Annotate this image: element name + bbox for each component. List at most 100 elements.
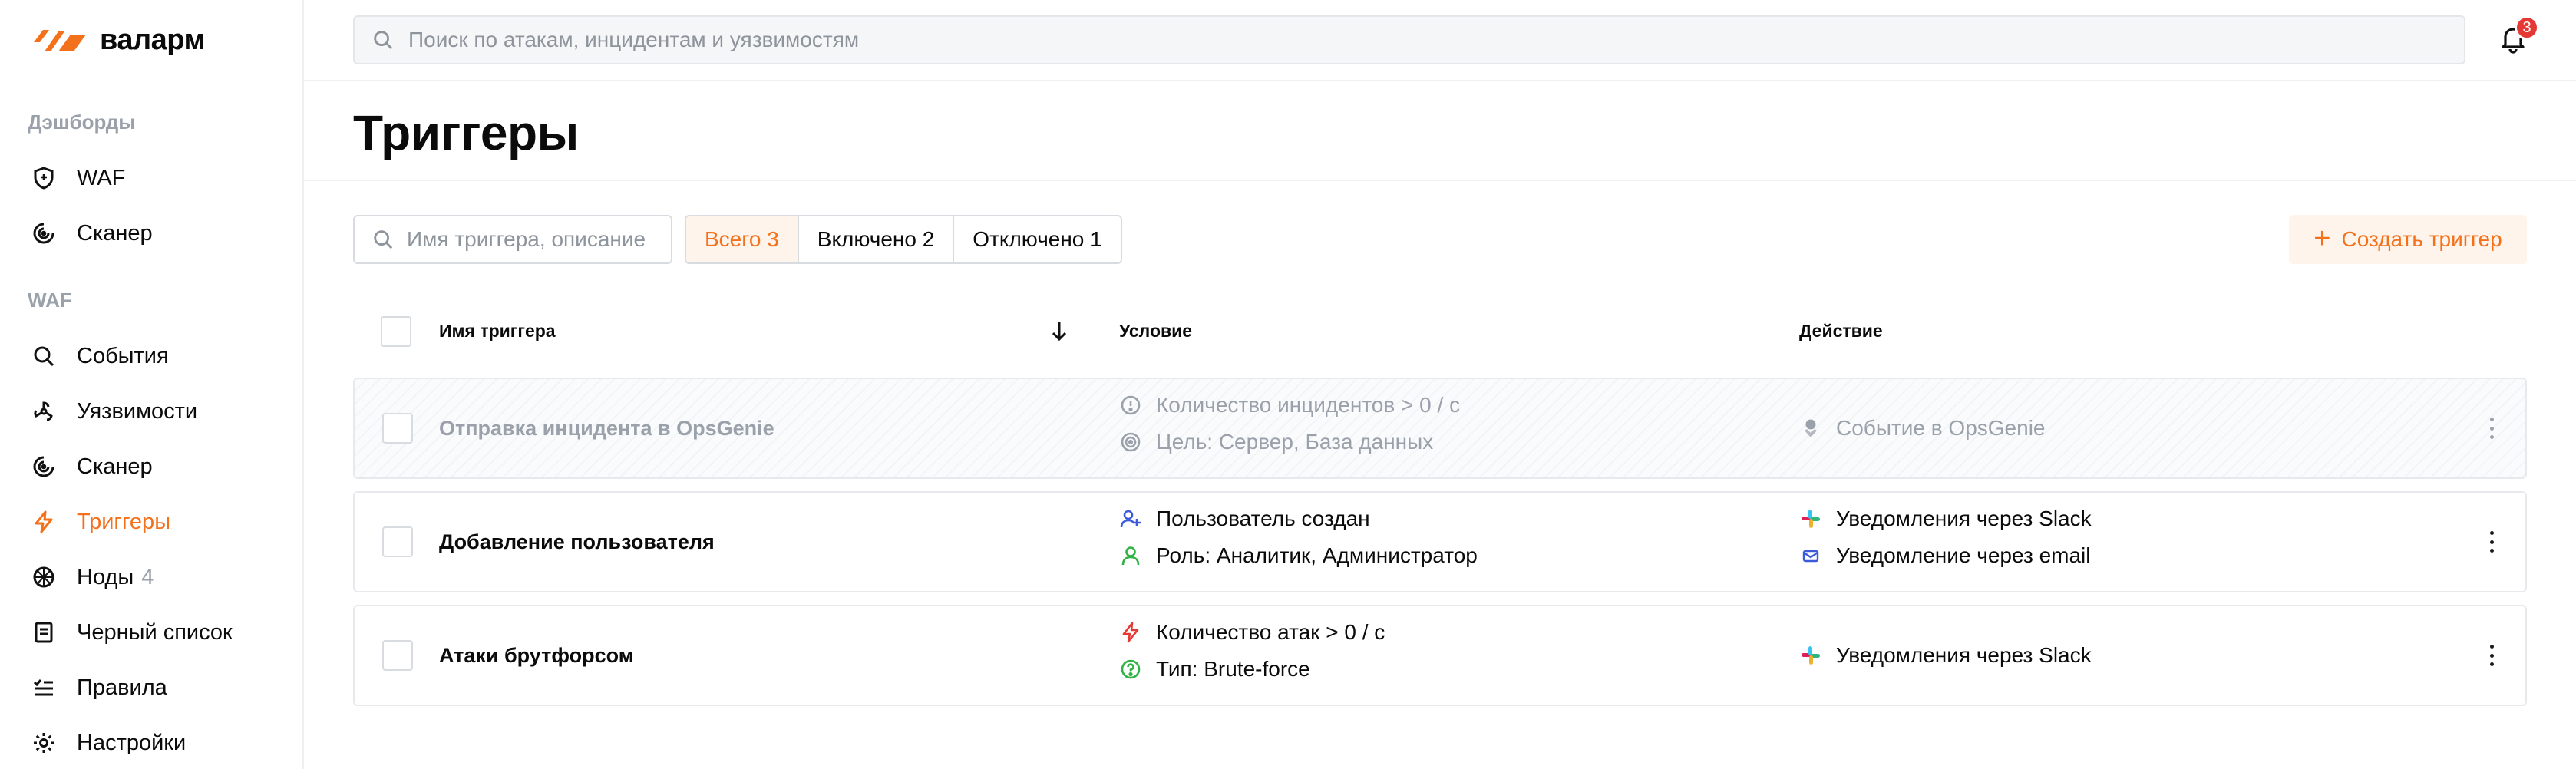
condition-item: Роль: Аналитик, Администратор (1119, 543, 1478, 568)
title-band: Триггеры (304, 81, 2576, 181)
notifications-button[interactable]: 3 (2498, 15, 2539, 57)
sidebar: валарм Дэшборды WAF Сканер WAF События У… (0, 0, 304, 769)
condition-text: Количество инцидентов > 0 / с (1156, 393, 1461, 417)
condition-item: Цель: Сервер, База данных (1119, 430, 1460, 454)
column-header-action: Действие (1799, 321, 1883, 341)
sidebar-item-nodes[interactable]: Ноды 4 (31, 554, 284, 600)
sidebar-item-events[interactable]: События (31, 333, 284, 379)
condition-item: Пользователь создан (1119, 507, 1478, 531)
node-icon (31, 564, 57, 590)
sidebar-item-triggers[interactable]: Триггеры (31, 499, 284, 545)
create-trigger-button[interactable]: + Создать триггер (2289, 215, 2527, 264)
sidebar-item-label: Настройки (77, 730, 187, 755)
global-search-input[interactable] (408, 28, 2404, 52)
sidebar-item-blocklist[interactable]: Черный список (31, 609, 284, 655)
sidebar-item-settings[interactable]: Настройки (31, 720, 284, 766)
filter-enabled-button[interactable]: Включено 2 (798, 216, 955, 262)
slack-icon (1799, 507, 1822, 530)
question-circle-icon (1119, 658, 1142, 681)
trigger-search-input[interactable] (407, 227, 668, 252)
lightning-icon (1119, 621, 1142, 644)
row-checkbox[interactable] (382, 413, 413, 444)
trigger-name[interactable]: Атаки брутфорсом (439, 606, 634, 705)
lightning-icon (31, 509, 57, 535)
gear-icon (31, 730, 57, 756)
target-icon (1119, 431, 1142, 454)
mail-icon (1799, 544, 1822, 567)
condition-text: Пользователь создан (1156, 507, 1370, 530)
trigger-conditions: Количество атак > 0 / с Тип: Brute-force (1119, 620, 1385, 682)
sidebar-item-label: Черный список (77, 619, 233, 645)
row-menu-button[interactable] (2487, 531, 2496, 553)
shield-icon (31, 165, 57, 191)
sidebar-section-waf: WAF (28, 289, 72, 312)
sidebar-section-dashboards: Дэшборды (28, 111, 136, 134)
condition-text: Роль: Аналитик, Администратор (1156, 543, 1478, 567)
table-row[interactable]: Атаки брутфорсом Количество атак > 0 / с… (353, 605, 2527, 706)
biohazard-icon (31, 398, 57, 424)
sidebar-item-label: Ноды (77, 564, 134, 589)
trigger-actions: Событие в OpsGenie (1799, 379, 2046, 477)
trigger-search[interactable] (353, 215, 672, 264)
condition-text: Количество атак > 0 / с (1156, 620, 1385, 644)
action-text: Уведомления через Slack (1836, 643, 2092, 667)
radar-icon (31, 220, 57, 246)
sidebar-item-label: WAF (77, 165, 126, 190)
action-text: Уведомление через email (1836, 543, 2091, 567)
wallarm-logo-icon (34, 30, 86, 51)
trigger-actions: Уведомления через Slack Уведомление чере… (1799, 507, 2092, 568)
radar-icon (31, 454, 57, 480)
sidebar-item-scanner[interactable]: Сканер (31, 444, 284, 490)
sidebar-item-label: Триггеры (77, 509, 171, 534)
row-checkbox[interactable] (382, 640, 413, 671)
trigger-conditions: Пользователь создан Роль: Аналитик, Адми… (1119, 507, 1478, 568)
alert-circle-icon (1119, 394, 1142, 417)
action-item: Событие в OpsGenie (1799, 416, 2046, 441)
filter-disabled-button[interactable]: Отключено 1 (954, 216, 1121, 262)
status-filter: Всего 3 Включено 2 Отключено 1 (685, 215, 1122, 264)
action-text: Уведомления через Slack (1836, 507, 2092, 530)
global-search[interactable] (353, 15, 2465, 64)
sidebar-item-scanner-dashboard[interactable]: Сканер (31, 210, 284, 256)
table-row[interactable]: Добавление пользователя Пользователь соз… (353, 491, 2527, 592)
trigger-name[interactable]: Отправка инцидента в OpsGenie (439, 379, 774, 477)
search-icon (374, 31, 393, 50)
sidebar-item-label: События (77, 343, 169, 368)
sidebar-item-vulnerabilities[interactable]: Уязвимости (31, 388, 284, 434)
search-icon (374, 230, 393, 249)
select-all-checkbox[interactable] (381, 316, 411, 347)
blocklist-icon (31, 619, 57, 645)
page-title: Триггеры (353, 105, 579, 160)
condition-item: Количество инцидентов > 0 / с (1119, 393, 1460, 418)
trigger-name[interactable]: Добавление пользователя (439, 493, 715, 591)
row-checkbox[interactable] (382, 526, 413, 557)
action-item: Уведомления через Slack (1799, 643, 2092, 668)
brand-logo[interactable]: валарм (32, 24, 206, 56)
slack-icon (1799, 644, 1822, 667)
search-icon (31, 343, 57, 369)
sidebar-item-label: Уязвимости (77, 398, 198, 424)
action-item: Уведомление через email (1799, 543, 2092, 568)
sort-arrow-down-icon[interactable] (1049, 319, 1070, 342)
condition-item: Количество атак > 0 / с (1119, 620, 1385, 645)
sidebar-item-waf-dashboard[interactable]: WAF (31, 155, 284, 201)
sidebar-item-label: Правила (77, 675, 167, 700)
top-bar: 3 (304, 0, 2576, 81)
action-text: Событие в OpsGenie (1836, 416, 2046, 440)
action-item: Уведомления через Slack (1799, 507, 2092, 531)
table-header: Имя триггера Условие Действие (353, 307, 2527, 358)
sidebar-item-label: Сканер (77, 454, 153, 479)
sidebar-item-rules[interactable]: Правила (31, 665, 284, 711)
filter-all-button[interactable]: Всего 3 (686, 216, 799, 262)
user-add-icon (1119, 507, 1142, 530)
row-menu-button[interactable] (2487, 645, 2496, 666)
table-row[interactable]: Отправка инцидента в OpsGenie Количество… (353, 378, 2527, 479)
row-menu-button[interactable] (2487, 418, 2496, 439)
column-header-condition: Условие (1119, 321, 1193, 341)
user-icon (1119, 544, 1142, 567)
trigger-conditions: Количество инцидентов > 0 / с Цель: Серв… (1119, 393, 1460, 454)
plus-icon: + (2313, 222, 2331, 255)
sidebar-item-label: Сканер (77, 220, 153, 246)
column-header-name[interactable]: Имя триггера (439, 321, 556, 342)
notifications-badge: 3 (2515, 15, 2539, 40)
